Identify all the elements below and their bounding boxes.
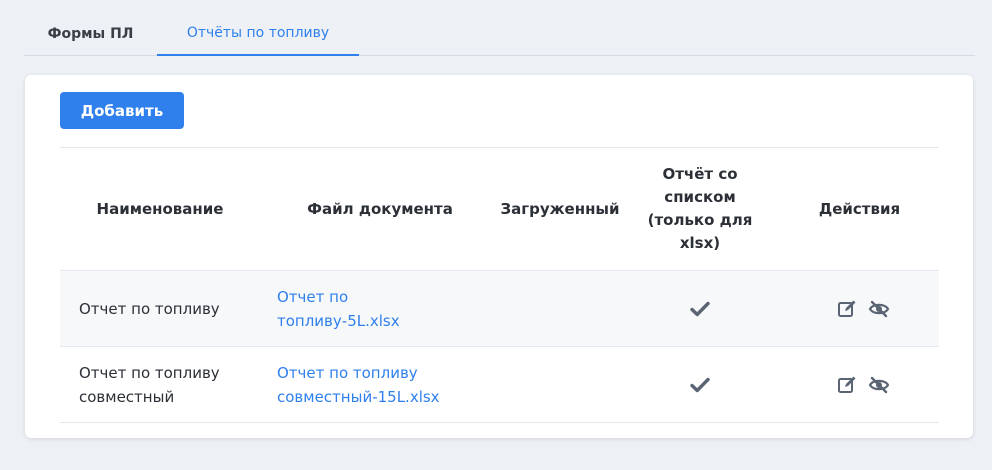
tab-fuel-reports[interactable]: Отчёты по топливу (157, 12, 359, 56)
tab-forms-pl[interactable]: Формы ПЛ (24, 12, 157, 56)
row-file-cell: Отчет по топливу совместный-15L.xlsx (260, 347, 500, 422)
file-link[interactable]: Отчет по топливу-5L.xlsx (277, 285, 417, 333)
edit-icon[interactable] (836, 298, 858, 320)
column-header-list-report: Отчёт со списком (только для xlsx) (647, 165, 753, 252)
add-button[interactable]: Добавить (60, 92, 184, 129)
edit-icon[interactable] (836, 374, 858, 396)
column-header-uploaded: Загруженный (500, 199, 620, 218)
table-row: Отчет по топливу совместный Отчет по топ… (60, 347, 939, 423)
check-icon (689, 298, 711, 320)
hide-icon[interactable] (868, 374, 890, 396)
row-uploaded (500, 271, 620, 346)
reports-table: Наименование Файл документа Загруженный … (60, 147, 939, 423)
row-file-cell: Отчет по топливу-5L.xlsx (260, 271, 500, 346)
tab-bar: Формы ПЛ Отчёты по топливу (24, 12, 975, 56)
file-link[interactable]: Отчет по топливу совместный-15L.xlsx (277, 361, 462, 409)
check-icon (689, 374, 711, 396)
row-name: Отчет по топливу (79, 299, 220, 318)
column-header-actions: Действия (818, 199, 901, 218)
row-actions (780, 347, 939, 422)
table-header: Наименование Файл документа Загруженный … (60, 148, 939, 271)
column-header-name: Наименование (96, 199, 224, 218)
hide-icon[interactable] (868, 298, 890, 320)
row-list-report (620, 347, 780, 422)
content-card: Добавить Наименование Файл документа Заг… (25, 75, 973, 438)
row-list-report (620, 271, 780, 346)
table-row: Отчет по топливу Отчет по топливу-5L.xls… (60, 271, 939, 347)
column-header-file: Файл документа (307, 199, 453, 218)
row-name: Отчет по топливу совместный (79, 363, 220, 406)
row-actions (780, 271, 939, 346)
row-uploaded (500, 347, 620, 422)
